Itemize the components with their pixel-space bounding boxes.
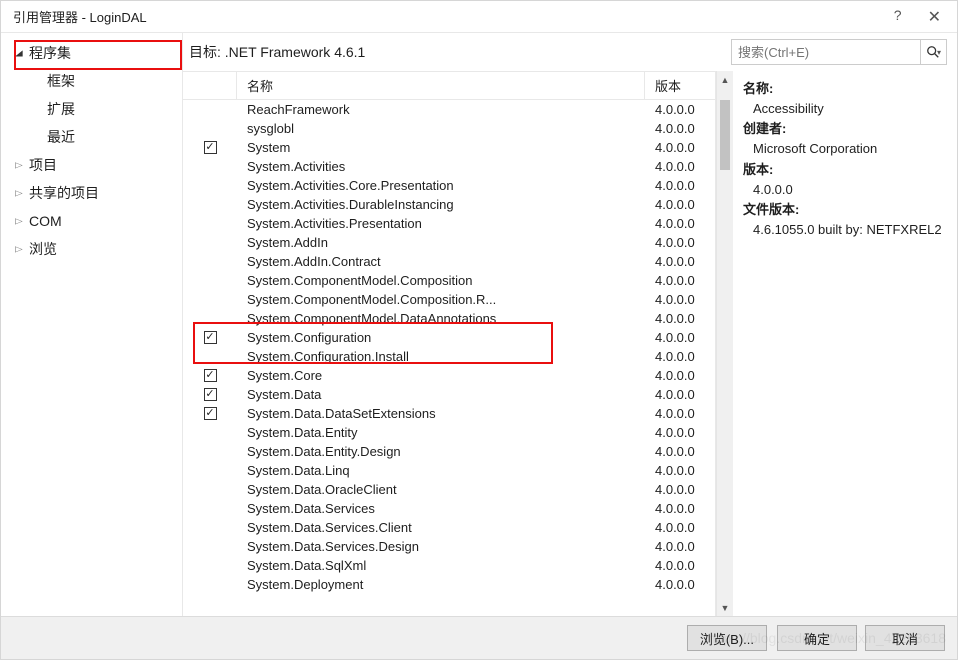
sidebar-item-label: 扩展	[47, 99, 75, 119]
row-name: System.Deployment	[237, 573, 645, 596]
sidebar-item-com[interactable]: ▷ COM	[5, 207, 182, 235]
detail-creator-label: 创建者:	[743, 121, 786, 136]
cancel-button[interactable]: 取消	[865, 625, 945, 651]
row-version: 4.0.0.0	[645, 573, 715, 596]
scroll-up-icon[interactable]: ▲	[717, 71, 733, 88]
sidebar-item-shared-projects[interactable]: ▷ 共享的项目	[5, 179, 182, 207]
sidebar-item-framework[interactable]: 框架	[5, 67, 182, 95]
scroll-track[interactable]	[717, 88, 733, 599]
row-checkbox[interactable]: ✓	[183, 137, 237, 158]
row-checkbox[interactable]	[183, 581, 237, 589]
toolbar: 目标: .NET Framework 4.6.1 ▾	[183, 33, 957, 71]
column-check[interactable]	[183, 72, 237, 99]
sidebar-item-browse[interactable]: ▷ 浏览	[5, 235, 182, 263]
detail-name-label: 名称:	[743, 81, 773, 96]
chevron-down-icon: ◢	[15, 49, 29, 58]
row-checkbox[interactable]	[183, 486, 237, 494]
sidebar-item-extensions[interactable]: 扩展	[5, 95, 182, 123]
row-checkbox[interactable]	[183, 315, 237, 323]
row-checkbox[interactable]	[183, 353, 237, 361]
assembly-list: 名称 版本 ReachFramework4.0.0.0sysglobl4.0.0…	[183, 71, 716, 616]
row-checkbox[interactable]	[183, 201, 237, 209]
chevron-right-icon: ▷	[15, 189, 29, 198]
table-row[interactable]: System.Deployment4.0.0.0	[183, 575, 715, 594]
row-checkbox[interactable]	[183, 106, 237, 114]
row-checkbox[interactable]	[183, 258, 237, 266]
search-input[interactable]	[732, 45, 920, 60]
row-checkbox[interactable]	[183, 448, 237, 456]
search-box[interactable]: ▾	[731, 39, 947, 65]
row-checkbox[interactable]	[183, 524, 237, 532]
search-icon[interactable]: ▾	[920, 40, 946, 64]
titlebar: 引用管理器 - LoginDAL ? ✕	[1, 1, 957, 33]
detail-fileversion-value: 4.6.1055.0 built by: NETFXREL2	[743, 220, 947, 240]
row-checkbox[interactable]	[183, 467, 237, 475]
row-checkbox[interactable]	[183, 562, 237, 570]
detail-version-value: 4.0.0.0	[743, 180, 947, 200]
scrollbar[interactable]: ▲ ▼	[716, 71, 733, 616]
help-button[interactable]: ?	[890, 5, 906, 29]
target-framework-label: 目标: .NET Framework 4.6.1	[189, 42, 723, 62]
row-checkbox[interactable]: ✓	[183, 403, 237, 424]
row-checkbox[interactable]	[183, 277, 237, 285]
row-checkbox[interactable]	[183, 543, 237, 551]
row-checkbox[interactable]	[183, 182, 237, 190]
row-checkbox[interactable]	[183, 220, 237, 228]
sidebar-item-label: 共享的项目	[29, 183, 99, 203]
chevron-right-icon: ▷	[15, 217, 29, 226]
row-checkbox[interactable]	[183, 125, 237, 133]
chevron-right-icon: ▷	[15, 161, 29, 170]
detail-version-label: 版本:	[743, 162, 773, 177]
details-pane: 名称: Accessibility 创建者: Microsoft Corpora…	[733, 71, 957, 616]
row-checkbox[interactable]	[183, 429, 237, 437]
sidebar-item-label: 浏览	[29, 239, 57, 259]
sidebar-item-label: 项目	[29, 155, 57, 175]
detail-name-value: Accessibility	[743, 99, 947, 119]
close-button[interactable]: ✕	[924, 5, 945, 29]
detail-fileversion-label: 文件版本:	[743, 202, 799, 217]
column-version[interactable]: 版本	[645, 72, 715, 99]
row-checkbox[interactable]: ✓	[183, 365, 237, 386]
row-checkbox[interactable]	[183, 505, 237, 513]
sidebar-item-recent[interactable]: 最近	[5, 123, 182, 151]
row-checkbox[interactable]	[183, 163, 237, 171]
detail-creator-value: Microsoft Corporation	[743, 139, 947, 159]
column-name[interactable]: 名称	[237, 72, 645, 99]
sidebar-item-label: 最近	[47, 127, 75, 147]
row-checkbox[interactable]	[183, 296, 237, 304]
scroll-thumb[interactable]	[720, 100, 730, 170]
sidebar: ◢ 程序集 框架 扩展 最近 ▷ 项目 ▷ 共享的项目 ▷ COM	[5, 33, 183, 616]
sidebar-item-label: 框架	[47, 71, 75, 91]
window-title: 引用管理器 - LoginDAL	[13, 7, 890, 26]
sidebar-item-assemblies[interactable]: ◢ 程序集	[5, 39, 182, 67]
scroll-down-icon[interactable]: ▼	[717, 599, 733, 616]
ok-button[interactable]: 确定	[777, 625, 857, 651]
footer: 浏览(B)... 确定 取消	[1, 616, 957, 659]
row-checkbox[interactable]: ✓	[183, 384, 237, 405]
sidebar-item-projects[interactable]: ▷ 项目	[5, 151, 182, 179]
sidebar-item-label: COM	[29, 213, 62, 229]
browse-button[interactable]: 浏览(B)...	[687, 625, 767, 651]
list-header: 名称 版本	[183, 71, 715, 100]
row-checkbox[interactable]: ✓	[183, 327, 237, 348]
chevron-right-icon: ▷	[15, 245, 29, 254]
sidebar-item-label: 程序集	[29, 43, 71, 63]
row-checkbox[interactable]	[183, 239, 237, 247]
